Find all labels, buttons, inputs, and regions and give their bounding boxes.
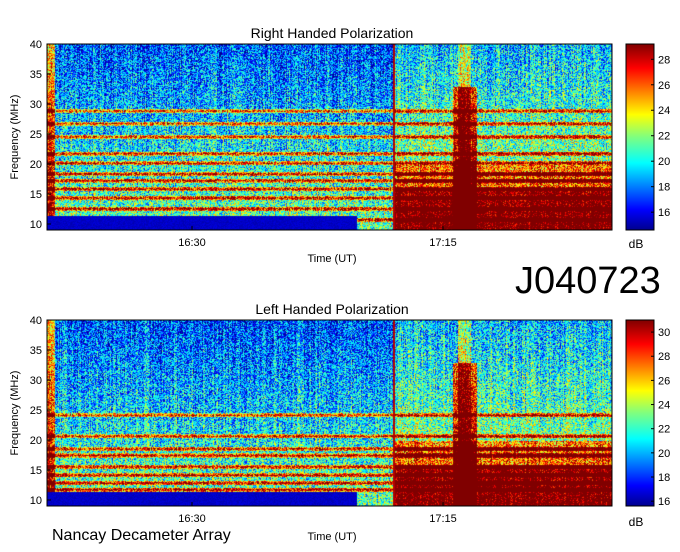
y-tick-label: 15 bbox=[30, 189, 42, 201]
colorbar-tick-label: 24 bbox=[658, 400, 670, 412]
y-tick-label: 25 bbox=[30, 405, 42, 417]
colorbar-tick-label: 16 bbox=[658, 207, 670, 219]
colorbar-tick-label: 30 bbox=[658, 327, 670, 339]
colorbar-tick-label: 18 bbox=[658, 472, 670, 484]
colorbar-tick-label: 22 bbox=[658, 424, 670, 436]
y-tick-label: 10 bbox=[30, 495, 42, 507]
y-tick-label: 30 bbox=[30, 99, 42, 111]
instrument-label: Nancay Decameter Array bbox=[52, 527, 231, 544]
colorbar bbox=[625, 319, 655, 507]
panel-right-handed: Right Handed Polarization 10 15 20 25 30 35 40… bbox=[9, 25, 670, 265]
observation-id-label: J040723 bbox=[515, 260, 661, 302]
y-axis-label: Frequency (MHz) bbox=[9, 95, 21, 180]
colorbar-tick-label: 20 bbox=[658, 156, 670, 168]
y-tick-label: 35 bbox=[30, 69, 42, 81]
colorbar-tick-label: 18 bbox=[658, 182, 670, 194]
panel-left-handed: Left Handed Polarization 10152025303540 … bbox=[9, 301, 670, 543]
y-tick-label: 20 bbox=[30, 159, 42, 171]
y-tick-label: 30 bbox=[30, 375, 42, 387]
panel-title: Left Handed Polarization bbox=[255, 301, 408, 317]
y-tick-label: 20 bbox=[30, 435, 42, 447]
x-tick-label: 16:30 bbox=[178, 237, 206, 249]
colorbar-tick-label: 26 bbox=[658, 375, 670, 387]
spectrogram-image bbox=[47, 44, 612, 230]
colorbar-label: dB bbox=[629, 237, 644, 251]
y-tick-label: 15 bbox=[30, 465, 42, 477]
x-tick-label: 17:15 bbox=[429, 237, 457, 249]
y-tick-label: 40 bbox=[30, 39, 42, 51]
colorbar bbox=[625, 43, 655, 231]
colorbar-tick-label: 26 bbox=[658, 80, 670, 92]
x-axis-label: Time (UT) bbox=[307, 531, 356, 543]
colorbar-tick-label: 28 bbox=[658, 54, 670, 66]
x-axis-label: Time (UT) bbox=[307, 253, 356, 265]
colorbar-tick-label: 16 bbox=[658, 496, 670, 508]
y-tick-label: 25 bbox=[30, 129, 42, 141]
colorbar-tick-label: 24 bbox=[658, 105, 670, 117]
y-axis-label: Frequency (MHz) bbox=[9, 371, 21, 456]
y-tick-label: 35 bbox=[30, 345, 42, 357]
colorbar-tick-label: 28 bbox=[658, 351, 670, 363]
x-tick-label: 16:30 bbox=[178, 513, 206, 525]
spectrogram-image bbox=[47, 320, 612, 506]
colorbar-tick-label: 20 bbox=[658, 448, 670, 460]
panel-title: Right Handed Polarization bbox=[251, 25, 414, 41]
colorbar-label: dB bbox=[629, 515, 644, 529]
y-tick-label: 40 bbox=[30, 315, 42, 327]
colorbar-tick-label: 22 bbox=[658, 131, 670, 143]
x-tick-label: 17:15 bbox=[429, 513, 457, 525]
y-tick-label: 10 bbox=[30, 219, 42, 231]
